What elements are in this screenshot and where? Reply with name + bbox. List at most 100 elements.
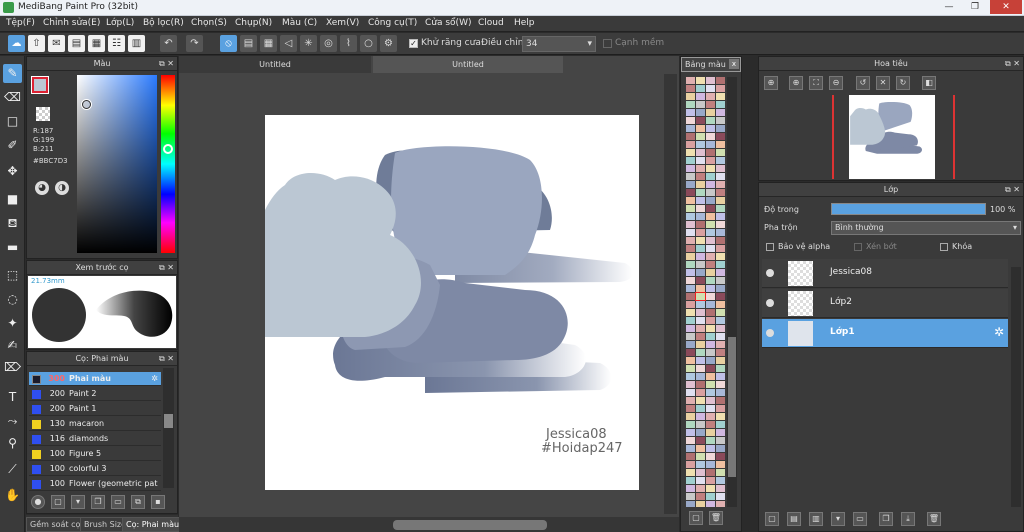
brush-tool-icon[interactable]: ✎	[3, 64, 22, 83]
palette-swatch[interactable]	[696, 101, 705, 108]
brush-item[interactable]: 130 macaron	[29, 417, 161, 431]
snap-settings-icon[interactable]: ⚙	[380, 35, 397, 52]
palette-swatch[interactable]	[696, 373, 705, 380]
menu-select[interactable]: Chọn(S)	[191, 18, 227, 28]
blend-mode-select[interactable]: Bình thường ▾	[831, 221, 1021, 235]
palette-swatch[interactable]	[706, 341, 715, 348]
palette-swatch[interactable]	[706, 373, 715, 380]
palette-swatch[interactable]	[716, 269, 725, 276]
palette-swatch[interactable]	[686, 301, 695, 308]
zoom-in-icon[interactable]: ⊕	[764, 76, 778, 90]
palette-swatch[interactable]	[716, 365, 725, 372]
palette-swatch[interactable]	[716, 421, 725, 428]
palette-swatch[interactable]	[686, 221, 695, 228]
palette-swatch[interactable]	[716, 93, 725, 100]
copy-icon[interactable]: ⧉	[131, 495, 145, 509]
tab-document[interactable]: Untitled	[179, 56, 371, 73]
palette-swatch[interactable]	[716, 165, 725, 172]
palette-swatch[interactable]	[696, 165, 705, 172]
palette-swatch[interactable]	[686, 237, 695, 244]
new-layer-1bit-icon[interactable]: ▥	[809, 512, 823, 526]
palette-swatch[interactable]	[706, 133, 715, 140]
trash-icon[interactable]: 🗑	[927, 512, 941, 526]
palette-swatch[interactable]	[696, 141, 705, 148]
text-tool-icon[interactable]: T	[3, 388, 22, 407]
palette-swatch[interactable]	[716, 325, 725, 332]
lasso-tool-icon[interactable]: ◌	[3, 290, 22, 309]
palette-swatch[interactable]	[706, 197, 715, 204]
snap-parallel-icon[interactable]: ▤	[240, 35, 257, 52]
new-layer-icon[interactable]: ▢	[765, 512, 779, 526]
palette-swatch[interactable]	[716, 125, 725, 132]
palette-swatch[interactable]	[696, 381, 705, 388]
palette-swatch[interactable]	[716, 445, 725, 452]
brush-item[interactable]: 116 diamonds	[29, 432, 161, 446]
palette-swatch[interactable]	[696, 453, 705, 460]
palette-swatch[interactable]	[706, 493, 715, 500]
palette-swatch[interactable]	[716, 429, 725, 436]
palette-swatch[interactable]	[696, 493, 705, 500]
smooth-edge-checkbox[interactable]	[603, 39, 612, 48]
palette-swatch[interactable]	[696, 437, 705, 444]
palette-swatch[interactable]	[696, 85, 705, 92]
palette-swatch[interactable]	[716, 189, 725, 196]
palette-swatch[interactable]	[686, 261, 695, 268]
eyedropper-tool-icon[interactable]: ⚲	[3, 434, 22, 453]
palette-swatch[interactable]	[686, 229, 695, 236]
palette-swatch[interactable]	[686, 373, 695, 380]
palette-swatch[interactable]	[706, 157, 715, 164]
duplicate-layer-icon[interactable]: ❐	[879, 512, 893, 526]
palette-swatch[interactable]	[706, 389, 715, 396]
palette-swatch[interactable]	[706, 101, 715, 108]
palette-swatch[interactable]	[716, 181, 725, 188]
palette-swatch[interactable]	[716, 293, 725, 300]
move-tool-icon[interactable]: ✥	[3, 162, 22, 181]
palette-swatch[interactable]	[686, 125, 695, 132]
color-cursor[interactable]	[82, 100, 91, 109]
brush-menu-icon[interactable]: ▾	[71, 495, 85, 509]
palette-swatch[interactable]	[696, 477, 705, 484]
palette-swatch[interactable]	[716, 341, 725, 348]
palette-swatch[interactable]	[686, 213, 695, 220]
palette-swatch[interactable]	[696, 413, 705, 420]
palette-swatch[interactable]	[686, 85, 695, 92]
palette-swatch[interactable]	[706, 413, 715, 420]
palette-swatch[interactable]	[686, 173, 695, 180]
panel-float-icon[interactable]: ⧉ ✕	[159, 57, 174, 70]
brush-item[interactable]: 200 Paint 1	[29, 402, 161, 416]
panel-float-icon[interactable]: ⧉ ✕	[159, 352, 174, 365]
palette-swatch[interactable]	[686, 149, 695, 156]
duplicate-icon[interactable]: ❐	[91, 495, 105, 509]
palette-swatch[interactable]	[706, 77, 715, 84]
close-button[interactable]: ✕	[990, 0, 1022, 14]
palette-swatch[interactable]	[686, 381, 695, 388]
palette-swatch[interactable]	[686, 285, 695, 292]
palette-swatch[interactable]	[716, 405, 725, 412]
visibility-icon[interactable]	[766, 299, 774, 307]
layer-scrollbar[interactable]	[1011, 267, 1021, 507]
palette-swatch[interactable]	[706, 181, 715, 188]
palette-swatch[interactable]	[716, 413, 725, 420]
navigator-thumbnail[interactable]	[849, 95, 935, 179]
snap-off-icon[interactable]: ⦸	[220, 35, 237, 52]
palette-swatch[interactable]	[696, 77, 705, 84]
palette-swatch[interactable]	[696, 157, 705, 164]
palette-swatch[interactable]	[686, 157, 695, 164]
palette-swatch[interactable]	[686, 181, 695, 188]
palette-swatch[interactable]	[686, 437, 695, 444]
adjust-input[interactable]: 34 ▾	[522, 36, 596, 52]
close-icon[interactable]: x	[729, 59, 739, 69]
brush-item[interactable]: 200 Paint 2	[29, 387, 161, 401]
palette-swatch[interactable]	[686, 421, 695, 428]
palette-swatch[interactable]	[716, 157, 725, 164]
palette-swatch[interactable]	[696, 485, 705, 492]
palette-swatch[interactable]	[716, 197, 725, 204]
palette-swatch[interactable]	[716, 301, 725, 308]
palette-swatch[interactable]	[716, 221, 725, 228]
palette-swatch[interactable]	[696, 261, 705, 268]
palette-swatch[interactable]	[716, 205, 725, 212]
palette-swatch[interactable]	[696, 501, 705, 507]
palette-swatch[interactable]	[686, 277, 695, 284]
palette-swatch[interactable]	[706, 93, 715, 100]
palette-swatch[interactable]	[696, 301, 705, 308]
